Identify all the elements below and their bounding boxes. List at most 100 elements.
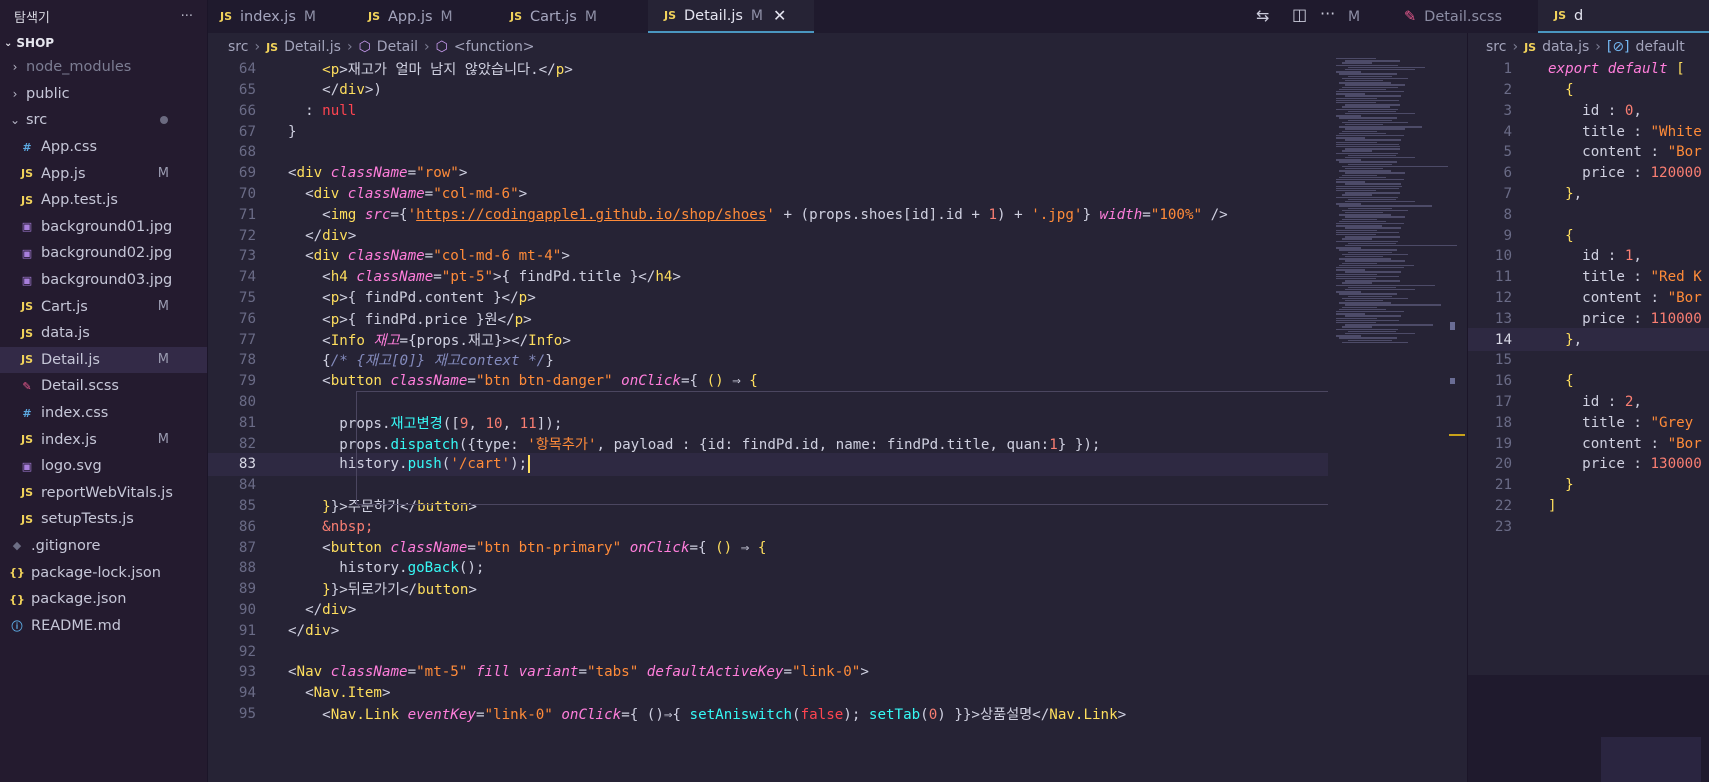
close-icon[interactable]: ✕ (773, 6, 786, 25)
code-line[interactable]: 6 price : 120000 (1468, 162, 1709, 185)
code-line[interactable]: 74 <h4 className="pt-5">{ findPd.title }… (208, 266, 1328, 289)
tab-detail-js[interactable]: JS Detail.js M ✕ (648, 0, 814, 33)
file-item[interactable]: JS Cart.js M (0, 293, 207, 320)
code-line[interactable]: 18 title : "Grey (1468, 412, 1709, 435)
code-line[interactable]: 9 { (1468, 224, 1709, 247)
minimap[interactable] (1336, 58, 1457, 348)
breadcrumb-symbol[interactable]: default (1636, 39, 1685, 55)
breadcrumb-file[interactable]: data.js (1542, 39, 1589, 55)
workspace-section[interactable]: ⌄ SHOP (0, 32, 207, 54)
code-line[interactable]: 83 history.push('/cart'); (208, 453, 1328, 476)
split-editor-icon[interactable]: ◫ (1292, 5, 1307, 24)
code-line[interactable]: 17 id : 2, (1468, 391, 1709, 414)
code-line[interactable]: 11 title : "Red K (1468, 266, 1709, 289)
file-item[interactable]: ✎ Detail.scss (0, 373, 207, 400)
code-line[interactable]: 95 <Nav.Link eventKey="link-0" onClick={… (208, 703, 1328, 726)
breadcrumb-file[interactable]: Detail.js (284, 39, 341, 55)
code-line[interactable]: 79 <button className="btn btn-danger" on… (208, 370, 1328, 393)
file-item[interactable]: ▣ background03.jpg (0, 267, 207, 294)
file-item[interactable]: {} package.json (0, 586, 207, 613)
code-line[interactable]: 5 content : "Bor (1468, 141, 1709, 164)
code-line[interactable]: 71 <img src={'https://codingapple1.githu… (208, 204, 1328, 227)
file-item[interactable]: {} package-lock.json (0, 559, 207, 586)
folder-item[interactable]: › public (0, 81, 207, 108)
code-line[interactable]: 86 &nbsp; (208, 516, 1328, 539)
tab-app-js[interactable]: JS App.js M (368, 0, 502, 33)
right-code-editor[interactable]: 1 export default [2 {3 id : 0, 4 title : "… (1468, 58, 1709, 698)
breadcrumb-symbol[interactable]: Detail (377, 39, 418, 55)
file-item[interactable]: JS App.test.js (0, 187, 207, 214)
file-item[interactable]: ▣ logo.svg (0, 453, 207, 480)
file-item[interactable]: JS Detail.js M (0, 346, 207, 374)
code-line[interactable]: 70 <div className="col-md-6"> (208, 183, 1328, 206)
code-line[interactable]: 67} (208, 120, 1328, 143)
code-line[interactable]: 1 export default [ (1468, 58, 1709, 81)
tab-detail-scss[interactable]: ✎ Detail.scss (1404, 0, 1502, 33)
code-line[interactable]: 84 (208, 474, 1328, 497)
code-line[interactable]: 16 { (1468, 370, 1709, 393)
code-line[interactable]: 3 id : 0, (1468, 100, 1709, 123)
breadcrumb-folder[interactable]: src (1486, 39, 1506, 55)
code-line[interactable]: 14 }, (1468, 328, 1709, 351)
code-line[interactable]: 89 }}>뒤로가기</button> (208, 578, 1328, 601)
file-item[interactable]: ⓘ README.md (0, 612, 207, 639)
code-line[interactable]: 66 : null (208, 100, 1328, 123)
more-actions-icon[interactable]: ··· (181, 9, 193, 24)
code-line[interactable]: 10 id : 1, (1468, 245, 1709, 268)
code-line[interactable]: 93 <Nav className="mt-5" fill variant="ta… (208, 661, 1328, 684)
right-tab-partial[interactable]: M (1348, 0, 1360, 33)
folder-item[interactable]: › node_modules (0, 54, 207, 81)
file-item[interactable]: ▣ background02.jpg (0, 240, 207, 267)
code-line[interactable]: 91 </div> (208, 620, 1328, 643)
file-item[interactable]: JS data.js (0, 320, 207, 347)
file-item[interactable]: JS reportWebVitals.js (0, 480, 207, 507)
code-line[interactable]: 20 price : 130000 (1468, 453, 1709, 476)
file-item[interactable]: # App.css (0, 134, 207, 161)
tab-index-js[interactable]: JS index.js M (220, 0, 360, 33)
code-line[interactable]: 88 history.goBack(); (208, 557, 1328, 580)
code-line[interactable]: 7 }, (1468, 183, 1709, 206)
editor-more-icon[interactable]: ··· (1320, 4, 1335, 23)
code-editor[interactable]: 64 <p>재고가 얼마 남지 않았습니다.</p> 65 </div>) 66 :… (208, 58, 1328, 782)
breadcrumb-function[interactable]: <function> (454, 39, 535, 55)
code-line[interactable]: 85 }}>주문하기</button> (208, 495, 1328, 518)
code-line[interactable]: 82 props.dispatch({type: '항목추가', payload… (208, 432, 1328, 455)
code-line[interactable]: 76 <p>{ findPd.price }원</p> (208, 308, 1328, 331)
code-line[interactable]: 77 <Info 재고={props.재고}></Info> (208, 328, 1328, 351)
code-line[interactable]: 19 content : "Bor (1468, 432, 1709, 455)
file-item[interactable]: JS App.js M (0, 160, 207, 187)
code-line[interactable]: 2 { (1468, 79, 1709, 102)
code-line[interactable]: 94 <Nav.Item> (208, 682, 1328, 705)
code-line[interactable]: 80 (208, 391, 1328, 414)
code-line[interactable]: 4 title : "White (1468, 120, 1709, 143)
file-item[interactable]: JS setupTests.js (0, 506, 207, 533)
code-line[interactable]: 15 (1468, 349, 1709, 372)
file-item[interactable]: ◆ .gitignore (0, 533, 207, 560)
code-line[interactable]: 87 <button className="btn btn-primary" o… (208, 536, 1328, 559)
tab-cart-js[interactable]: JS Cart.js M (510, 0, 640, 33)
breadcrumb-folder[interactable]: src (228, 39, 248, 55)
code-line[interactable]: 12 content : "Bor (1468, 287, 1709, 310)
folder-item[interactable]: ⌄ src (0, 107, 207, 134)
code-line[interactable]: 13 price : 110000 (1468, 308, 1709, 331)
code-line[interactable]: 90 </div> (208, 599, 1328, 622)
compare-changes-icon[interactable]: ⇆ (1256, 6, 1269, 25)
code-line[interactable]: 69 <div className="row"> (208, 162, 1328, 185)
file-item[interactable]: # index.css (0, 400, 207, 427)
code-line[interactable]: 8 (1468, 204, 1709, 227)
file-item[interactable]: JS index.js M (0, 426, 207, 453)
code-line[interactable]: 73 <div className="col-md-6 mt-4"> (208, 245, 1328, 268)
code-line[interactable]: 92 (208, 640, 1328, 663)
code-line[interactable]: 23 (1468, 516, 1709, 539)
tab-data-js[interactable]: JS d (1538, 0, 1709, 33)
code-line[interactable]: 72 </div> (208, 224, 1328, 247)
code-line[interactable]: 78 {/* {재고[0]} 재고context */} (208, 349, 1328, 372)
code-line[interactable]: 21 } (1468, 474, 1709, 497)
code-line[interactable]: 65 </div>) (208, 79, 1328, 102)
code-line[interactable]: 64 <p>재고가 얼마 남지 않았습니다.</p> (208, 58, 1328, 81)
code-line[interactable]: 75 <p>{ findPd.content }</p> (208, 287, 1328, 310)
code-line[interactable]: 22] (1468, 495, 1709, 518)
file-item[interactable]: ▣ background01.jpg (0, 214, 207, 241)
code-line[interactable]: 81 props.재고변경([9, 10, 11]); (208, 412, 1328, 435)
code-line[interactable]: 68 (208, 141, 1328, 164)
